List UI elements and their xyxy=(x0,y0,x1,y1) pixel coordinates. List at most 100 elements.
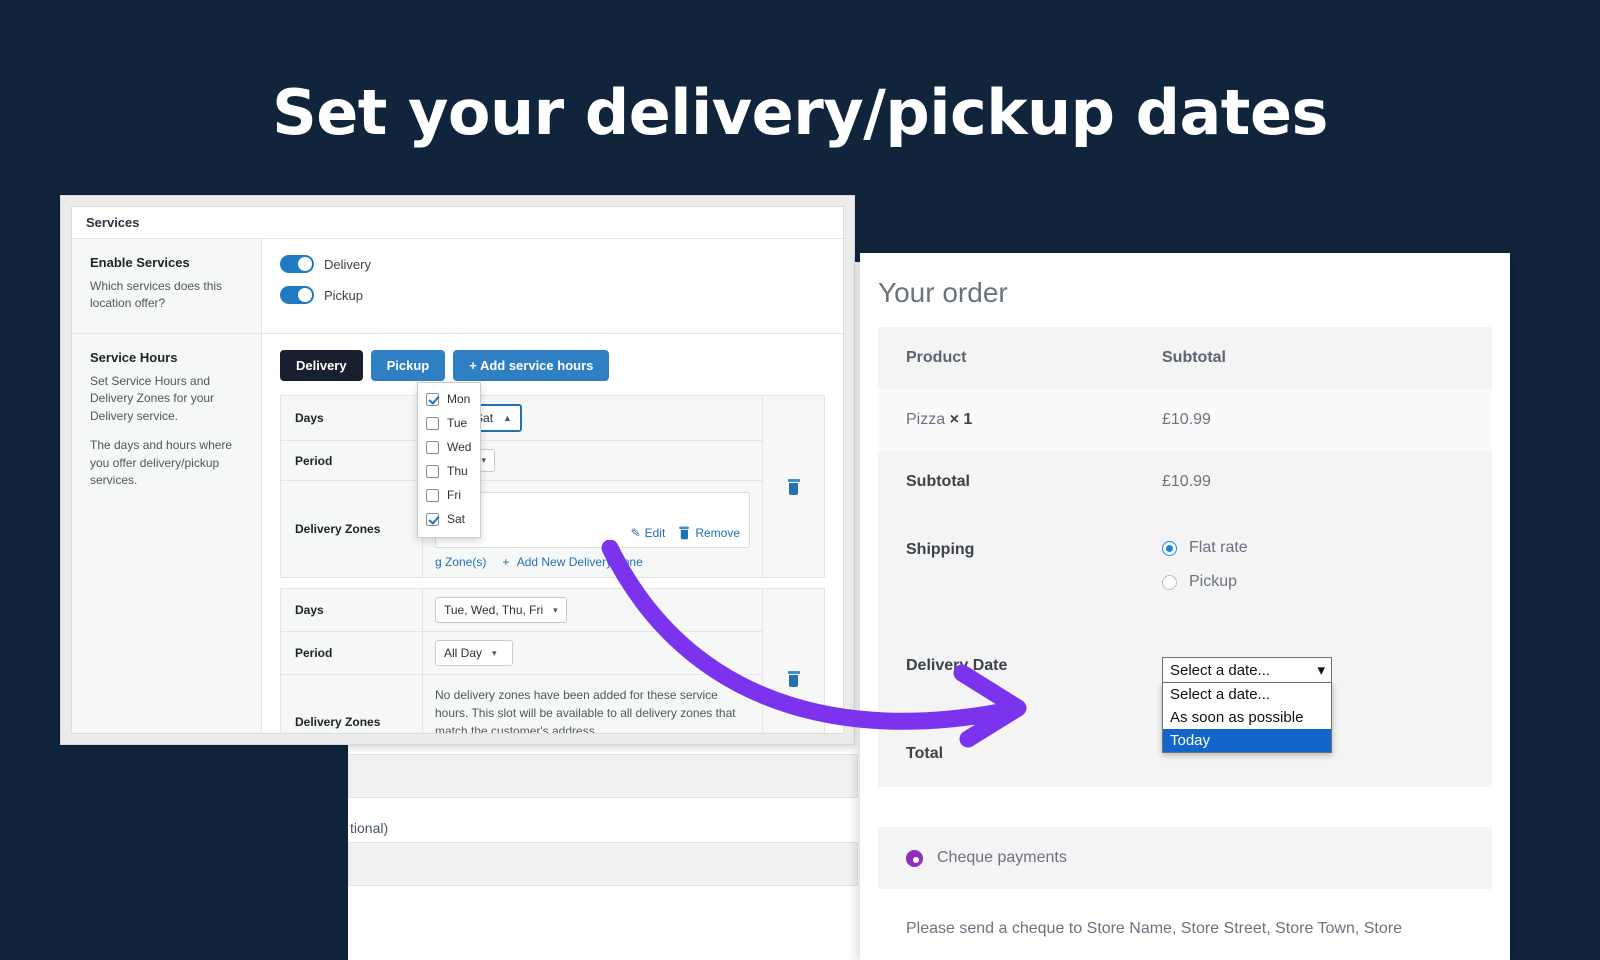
delivery-toggle[interactable] xyxy=(280,255,314,273)
date-option-today[interactable]: Today xyxy=(1163,729,1331,752)
checkbox-mon[interactable] xyxy=(426,392,439,406)
toggle-row-pickup[interactable]: Pickup xyxy=(280,286,825,304)
pickup-toggle[interactable] xyxy=(280,286,314,304)
services-card: Services Enable Services Which services … xyxy=(71,206,844,734)
delete-block-2-cell[interactable] xyxy=(762,589,824,733)
your-order-panel: Your order Product Subtotal Pizza × 1 £1… xyxy=(860,253,1510,960)
day-label-mon: Mon xyxy=(447,392,471,406)
delivery-date-label: Delivery Date xyxy=(878,629,1156,743)
period-row-1: Period ▾ xyxy=(281,441,762,481)
order-item-name: Pizza × 1 xyxy=(878,389,1156,451)
period-label-2: Period xyxy=(281,632,423,674)
order-subtotal-value: £10.99 xyxy=(1156,451,1492,513)
order-summary-table: Product Subtotal Pizza × 1 £10.99 Subtot… xyxy=(878,327,1492,787)
day-label-thu: Thu xyxy=(447,464,468,478)
services-card-title: Services xyxy=(72,207,843,239)
no-delivery-zones-note: No delivery zones have been added for th… xyxy=(435,688,736,734)
radio-flat-rate[interactable] xyxy=(1162,540,1177,556)
add-new-delivery-zone-link-1[interactable]: + Add New Delivery Zone xyxy=(502,555,642,569)
day-label-tue: Tue xyxy=(447,416,468,430)
order-shipping-label-text: Shipping xyxy=(906,541,975,558)
edit-zone-label: Edit xyxy=(644,526,666,540)
delivery-date-select[interactable]: Select a date... ▾ xyxy=(1162,657,1332,683)
delivery-zones-row-1: Delivery Zones one 1 ✎Edit Remove xyxy=(281,481,762,577)
date-option-asap[interactable]: As soon as possible xyxy=(1163,706,1331,729)
checkbox-tue[interactable] xyxy=(426,416,439,430)
radio-pickup[interactable] xyxy=(1162,574,1177,590)
enable-services-body: Delivery Pickup xyxy=(262,239,843,333)
checkbox-wed[interactable] xyxy=(426,440,439,454)
delivery-date-label-text: Delivery Date xyxy=(906,657,1008,674)
order-table-header: Product Subtotal xyxy=(878,327,1492,389)
day-option-mon[interactable]: Mon xyxy=(418,387,480,411)
background-optional-label: tional) xyxy=(350,820,389,836)
service-hours-aside: Service Hours Set Service Hours and Deli… xyxy=(72,334,262,733)
days-dropdown-popup[interactable]: Mon Tue Wed Thu Fri Sat xyxy=(417,382,481,538)
delivery-date-selected-value: Select a date... xyxy=(1170,661,1271,679)
delivery-date-select-wrap[interactable]: Select a date... ▾ Select a date... As s… xyxy=(1162,657,1332,753)
shipping-option-flat-rate[interactable]: Flat rate xyxy=(1162,539,1492,557)
delivery-zones-cell-2: No delivery zones have been added for th… xyxy=(423,675,762,734)
payment-methods-box: Cheque payments Please send a cheque to … xyxy=(878,827,1492,940)
background-input-field-2[interactable] xyxy=(348,842,858,886)
service-hours-block-1-main: Days Mon, Sat ▲ Period xyxy=(281,396,762,577)
trash-icon-block-2[interactable] xyxy=(787,671,801,687)
day-option-fri[interactable]: Fri xyxy=(418,483,480,507)
order-item-subtotal: £10.99 xyxy=(1156,389,1492,451)
order-total-label: Total xyxy=(878,743,1156,787)
radio-cheque-payments[interactable] xyxy=(906,849,923,867)
service-hours-block-2-main: Days Tue, Wed, Thu, Fri ▾ Period All Day… xyxy=(281,589,762,734)
background-input-field[interactable] xyxy=(348,754,858,798)
chevron-up-icon: ▲ xyxy=(503,413,512,423)
checkbox-fri[interactable] xyxy=(426,488,439,502)
remove-zone-label: Remove xyxy=(695,526,740,540)
days-label-2: Days xyxy=(281,589,423,631)
delivery-zones-row-2: Delivery Zones No delivery zones have be… xyxy=(281,675,762,734)
add-service-hours-button[interactable]: + Add service hours xyxy=(453,350,610,381)
order-item-title: Pizza xyxy=(906,411,946,428)
period-select-2[interactable]: All Day ▾ xyxy=(435,640,513,666)
period-select-value-2: All Day xyxy=(444,646,483,660)
enable-services-description: Which services does this location offer? xyxy=(90,279,223,311)
pickup-toggle-label: Pickup xyxy=(324,287,364,303)
order-subtotal-label-text: Subtotal xyxy=(906,473,970,490)
order-line-item-row: Pizza × 1 £10.99 xyxy=(878,389,1492,451)
checkbox-thu[interactable] xyxy=(426,464,439,478)
day-option-sat[interactable]: Sat xyxy=(418,507,480,531)
payment-method-cheque[interactable]: Cheque payments xyxy=(878,827,1492,889)
day-option-thu[interactable]: Thu xyxy=(418,459,480,483)
chevron-down-icon-3: ▾ xyxy=(492,647,497,658)
days-row-2: Days Tue, Wed, Thu, Fri ▾ xyxy=(281,589,762,632)
day-option-tue[interactable]: Tue xyxy=(418,411,480,435)
delivery-zone-name: one 1 xyxy=(446,501,739,515)
service-hours-block-1: Days Mon, Sat ▲ Period xyxy=(280,395,825,578)
edit-zone-link[interactable]: ✎ Edit xyxy=(631,525,666,541)
delete-block-1-cell[interactable] xyxy=(762,396,824,577)
order-header-subtotal: Subtotal xyxy=(1162,349,1226,366)
service-hours-block-2: Days Tue, Wed, Thu, Fri ▾ Period All Day… xyxy=(280,588,825,734)
order-shipping-label: Shipping xyxy=(878,513,1156,629)
order-header-product: Product xyxy=(906,349,967,366)
remove-zone-link[interactable]: Remove xyxy=(677,525,740,541)
day-option-wed[interactable]: Wed xyxy=(418,435,480,459)
order-panel-title: Your order xyxy=(878,277,1008,308)
pickup-tab-button[interactable]: Pickup xyxy=(370,350,446,381)
order-item-qty: × 1 xyxy=(949,411,973,428)
service-hours-section: Service Hours Set Service Hours and Deli… xyxy=(72,334,843,734)
use-existing-zones-link-1[interactable]: g Zone(s) xyxy=(435,555,486,569)
date-option-select-a-date[interactable]: Select a date... xyxy=(1163,683,1331,706)
days-select-2[interactable]: Tue, Wed, Thu, Fri ▾ xyxy=(435,597,567,623)
days-label-1: Days xyxy=(281,396,423,440)
trash-icon-block-1[interactable] xyxy=(787,478,801,495)
order-shipping-options: Flat rate Pickup xyxy=(1156,513,1492,629)
day-label-fri: Fri xyxy=(447,488,461,502)
toggle-row-delivery[interactable]: Delivery xyxy=(280,255,825,273)
delivery-tab-button[interactable]: Delivery xyxy=(280,350,363,381)
enable-services-section: Enable Services Which services does this… xyxy=(72,239,843,334)
checkbox-sat[interactable] xyxy=(426,512,439,526)
shipping-option-pickup[interactable]: Pickup xyxy=(1162,573,1492,591)
delivery-zone-links-1: g Zone(s) + Add New Delivery Zone xyxy=(435,555,643,569)
delivery-date-options-list[interactable]: Select a date... As soon as possible Tod… xyxy=(1162,683,1332,753)
service-hours-heading: Service Hours xyxy=(90,350,178,365)
delivery-toggle-label: Delivery xyxy=(324,256,371,272)
